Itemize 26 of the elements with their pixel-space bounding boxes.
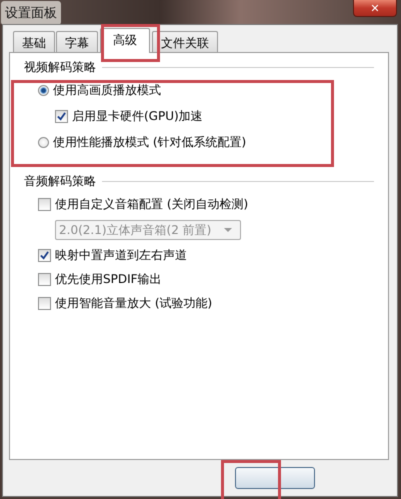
radio-button[interactable] — [38, 85, 49, 96]
option-label: 使用自定义音箱配置 (关闭自动检测) — [55, 196, 248, 213]
group-label: 音频解码策略 — [24, 173, 96, 190]
tab[interactable]: 文件关联 — [152, 31, 218, 52]
checkbox[interactable] — [55, 110, 68, 123]
window-title: 设置面板 — [1, 1, 61, 25]
option-label: 使用高画质播放模式 — [53, 82, 161, 99]
option-label: 启用显卡硬件(GPU)加速 — [72, 108, 203, 125]
caret-icon — [224, 228, 232, 232]
tab[interactable]: 基础 — [13, 31, 55, 52]
checkbox[interactable] — [38, 198, 51, 211]
highlight-frame — [101, 24, 160, 62]
dialog-button[interactable] — [235, 467, 315, 489]
tab[interactable]: 字幕 — [56, 31, 98, 52]
highlight-frame — [221, 460, 281, 499]
tab[interactable]: 高级 — [100, 28, 150, 53]
radio-button[interactable] — [38, 137, 49, 148]
group-label: 视频解码策略 — [24, 59, 96, 76]
option-label: 映射中置声道到左右声道 — [55, 247, 187, 264]
checkbox[interactable] — [38, 297, 51, 310]
option-label: 使用智能音量放大 (试验功能) — [55, 295, 212, 312]
close-button[interactable]: ✕ — [353, 0, 397, 17]
checkbox[interactable] — [38, 273, 51, 286]
option-label: 使用性能播放模式 (针对低系统配置) — [53, 134, 246, 151]
option-label: 优先使用SPDIF输出 — [55, 271, 162, 288]
checkbox[interactable] — [38, 249, 51, 262]
